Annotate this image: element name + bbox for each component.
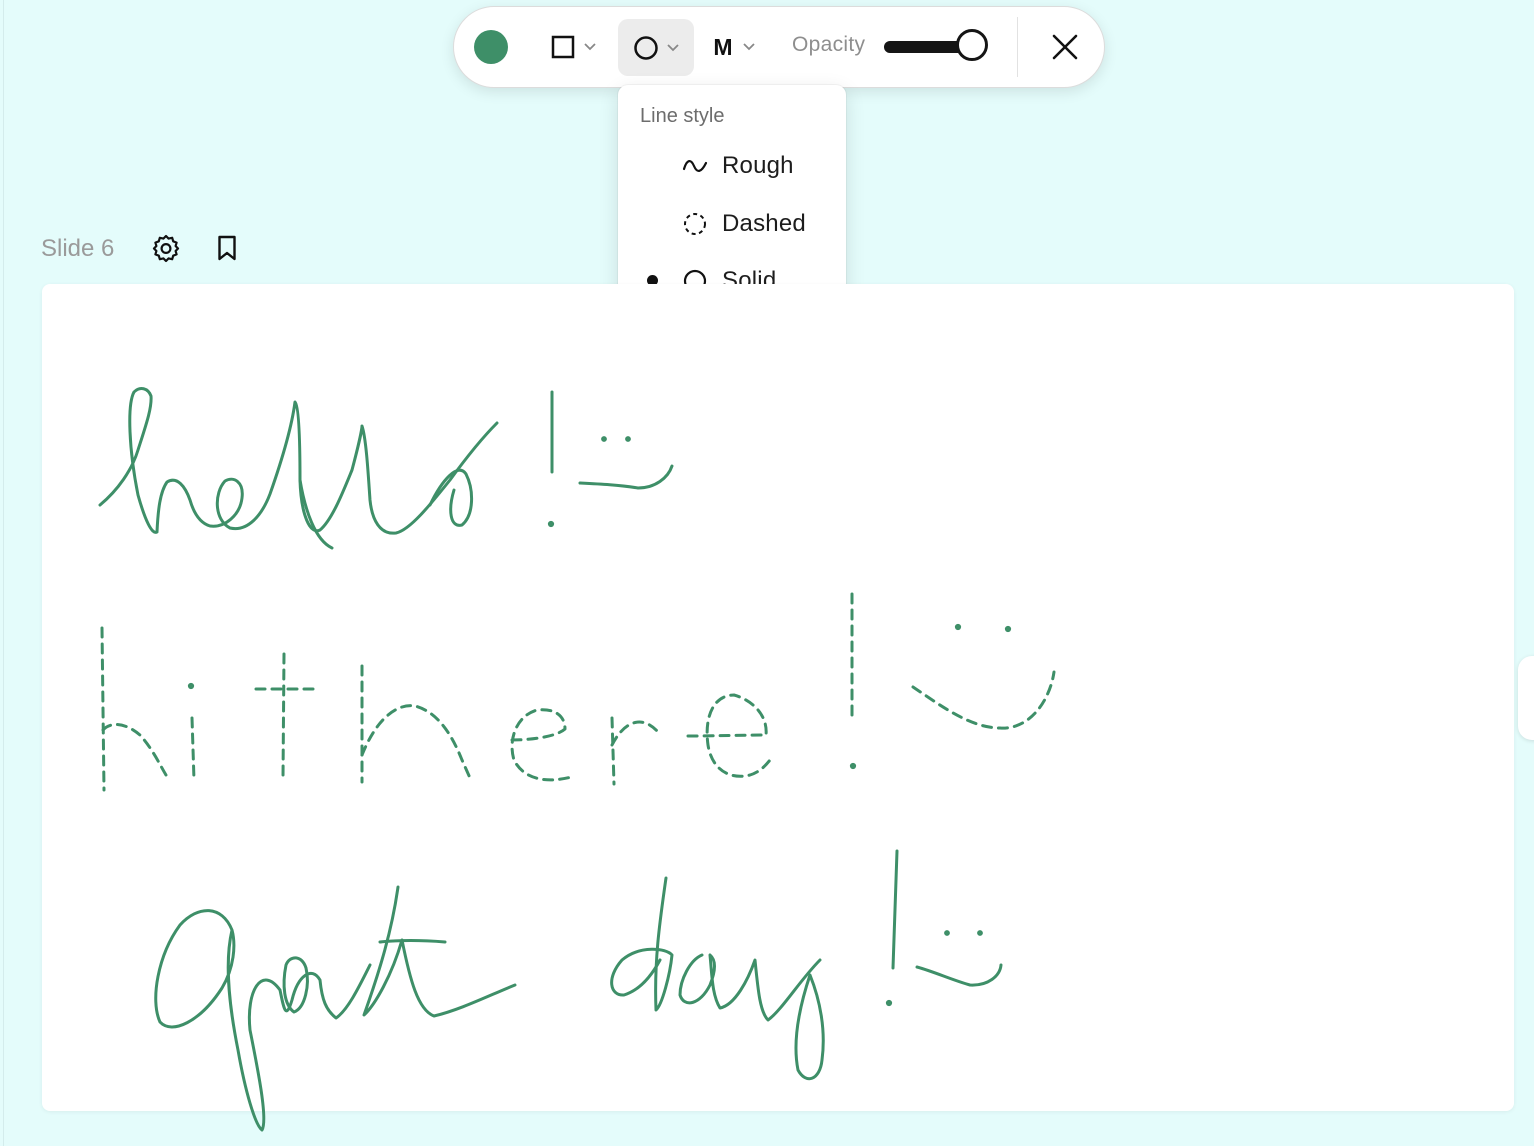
stroke-size-label: M [713, 33, 733, 60]
line-style-option-label: Dashed [722, 210, 806, 237]
toolbar-divider [1017, 17, 1018, 77]
left-edge-rule [3, 0, 4, 1146]
close-icon [1052, 34, 1078, 60]
app-stage: M Opacity Line style Rough Dashed Solid … [0, 0, 1534, 1146]
line-style-option-dashed[interactable]: Dashed [618, 197, 846, 249]
wave-icon [682, 160, 708, 172]
line-style-button[interactable] [618, 19, 694, 76]
opacity-slider-thumb[interactable] [956, 29, 988, 61]
opacity-label: Opacity [792, 33, 866, 56]
opacity-slider[interactable] [884, 29, 988, 61]
slide-title: Slide 6 [41, 235, 115, 262]
square-icon [551, 35, 596, 59]
bookmark-icon[interactable] [212, 233, 242, 263]
chevron-down-icon [742, 43, 755, 51]
drawing-toolbar: M Opacity [453, 6, 1105, 88]
side-panel-toggle[interactable] [1518, 656, 1534, 740]
line-style-menu: Line style Rough Dashed Solid [618, 85, 846, 313]
gear-icon[interactable] [151, 233, 181, 263]
shape-picker-button[interactable] [538, 21, 604, 73]
circle-outline-icon [634, 35, 679, 60]
line-style-option-label: Rough [722, 152, 794, 179]
dashed-circle-icon [684, 213, 706, 235]
line-style-menu-header: Line style [640, 105, 725, 127]
close-toolbar-button[interactable] [1040, 25, 1090, 69]
line-style-option-rough[interactable]: Rough [618, 139, 846, 191]
color-picker-button[interactable] [474, 30, 508, 64]
slide-canvas[interactable] [42, 284, 1514, 1111]
stroke-size-button[interactable]: M [704, 21, 770, 73]
